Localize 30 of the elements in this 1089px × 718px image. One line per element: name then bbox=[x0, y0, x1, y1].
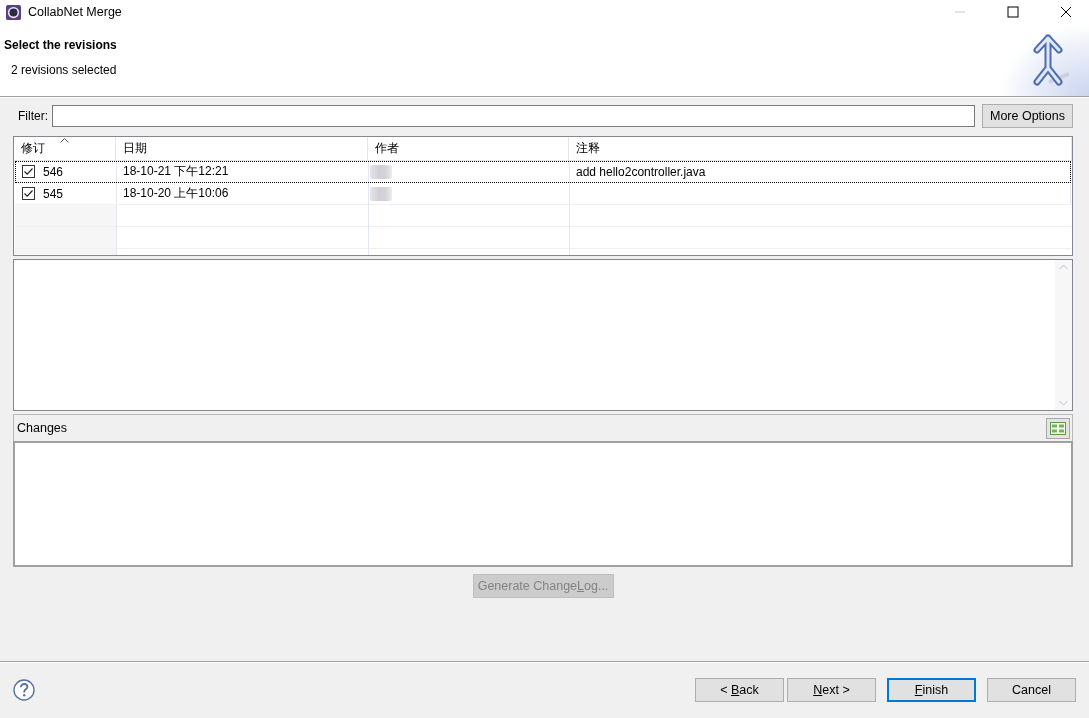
table-cell: 545 bbox=[43, 186, 64, 201]
table-row[interactable]: 546 18-10-21 下午12:21 add hello2controller.java bbox=[15, 161, 1071, 183]
changes-title: Changes bbox=[17, 421, 68, 435]
close-icon[interactable] bbox=[1060, 6, 1072, 18]
table-cell: add hello2controller.java bbox=[576, 164, 706, 179]
gear-icon bbox=[6, 4, 21, 20]
column-header[interactable]: 修订 bbox=[14, 137, 116, 160]
page-title: Select the revisions bbox=[4, 38, 117, 52]
page-message: 2 revisions selected bbox=[11, 63, 117, 77]
checkbox[interactable] bbox=[22, 165, 35, 178]
filter-field[interactable] bbox=[52, 105, 975, 127]
window-title: CollabNet Merge bbox=[28, 5, 122, 19]
help-icon[interactable] bbox=[13, 679, 35, 701]
sort-ascending-icon bbox=[60, 138, 69, 143]
maximize-icon[interactable] bbox=[1007, 6, 1019, 18]
wizard-button[interactable]: Next > bbox=[787, 678, 876, 702]
column-header[interactable]: 注释 bbox=[569, 137, 1072, 160]
table-icon bbox=[1050, 421, 1066, 435]
table-cell: 18-10-20 上午10:06 bbox=[123, 185, 229, 202]
layout-button[interactable] bbox=[1046, 417, 1070, 439]
checkbox[interactable] bbox=[22, 187, 35, 200]
table-cell: 546 bbox=[43, 164, 64, 179]
filter-label: Filter: bbox=[18, 109, 48, 123]
wizard-button[interactable]: Cancel bbox=[987, 678, 1076, 702]
more-options-button[interactable]: More Options bbox=[982, 104, 1073, 128]
wizard-button[interactable]: Finish bbox=[887, 678, 976, 702]
column-header[interactable]: 作者 bbox=[368, 137, 569, 160]
column-header[interactable]: 日期 bbox=[116, 137, 368, 160]
table-cell: 18-10-21 下午12:21 bbox=[123, 163, 229, 180]
wizard-button[interactable]: < Back bbox=[695, 678, 784, 702]
